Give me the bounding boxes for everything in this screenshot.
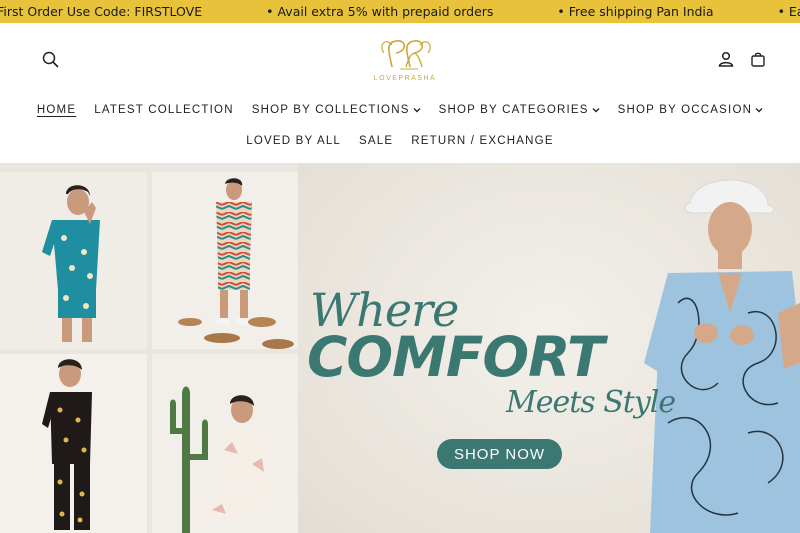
chevron-down-icon: [755, 108, 763, 113]
nav-item-label: RETURN / EXCHANGE: [411, 135, 554, 147]
nav-item-sale[interactable]: SALE: [359, 135, 393, 147]
nav-item-shop-by-collections[interactable]: SHOP BY COLLECTIONS: [252, 104, 421, 116]
shop-now-button[interactable]: SHOP NOW: [437, 439, 562, 469]
chevron-down-icon: [413, 108, 421, 113]
site-header: LOVEPRASHA HOME LATEST COLLECTION SHOP B…: [0, 23, 800, 163]
user-icon[interactable]: [714, 47, 738, 71]
hero-headline-line2: COMFORT: [307, 325, 605, 389]
main-nav-row-1: HOME LATEST COLLECTION SHOP BY COLLECTIO…: [0, 104, 800, 116]
nav-item-label: HOME: [36, 104, 77, 116]
announcement-bar: r First Order Use Code: FIRSTLOVE • Avai…: [0, 0, 800, 23]
search-icon[interactable]: [38, 47, 62, 71]
nav-item-label: LATEST COLLECTION: [94, 104, 234, 116]
hero-photo-seated-cactus: [152, 354, 298, 533]
hero-headline-line3: Meets Style: [506, 385, 676, 420]
nav-item-label: SHOP BY OCCASION: [617, 104, 753, 116]
chevron-down-icon: [592, 108, 600, 113]
bag-icon[interactable]: [746, 47, 770, 71]
nav-item-label: SALE: [359, 135, 394, 147]
nav-item-shop-by-occasion[interactable]: SHOP BY OCCASION: [618, 104, 763, 116]
nav-item-label: LOVED BY ALL: [246, 135, 342, 147]
logo-mark-icon: [381, 40, 431, 70]
announcement-item: r First Order Use Code: FIRSTLOVE: [0, 4, 203, 19]
brand-logo[interactable]: LOVEPRASHA: [370, 35, 440, 85]
announcement-track: r First Order Use Code: FIRSTLOVE • Avai…: [0, 0, 800, 23]
nav-item-latest-collection[interactable]: LATEST COLLECTION: [94, 104, 233, 116]
logo-wordmark: LOVEPRASHA: [373, 75, 437, 82]
announcement-item: • Free shipping Pan India: [557, 4, 714, 19]
nav-item-loved-by-all[interactable]: LOVED BY ALL: [246, 135, 341, 147]
nav-item-label: SHOP BY CATEGORIES: [438, 104, 589, 116]
announcement-item: • Easy Exchan: [777, 4, 800, 19]
nav-item-home[interactable]: HOME: [37, 104, 76, 116]
hero-photo-black-coord: [0, 354, 147, 533]
hero-photo-chevron-coord: [152, 172, 298, 349]
hero-banner[interactable]: Where COMFORT Meets Style SHOP NOW: [0, 163, 800, 533]
main-nav-row-2: LOVED BY ALL SALE RETURN / EXCHANGE: [0, 135, 800, 147]
announcement-item: • Avail extra 5% with prepaid orders: [266, 4, 494, 19]
hero-photo-teal-coord: [0, 172, 147, 349]
nav-item-return-exchange[interactable]: RETURN / EXCHANGE: [411, 135, 553, 147]
nav-item-shop-by-categories[interactable]: SHOP BY CATEGORIES: [439, 104, 600, 116]
nav-item-label: SHOP BY COLLECTIONS: [251, 104, 410, 116]
